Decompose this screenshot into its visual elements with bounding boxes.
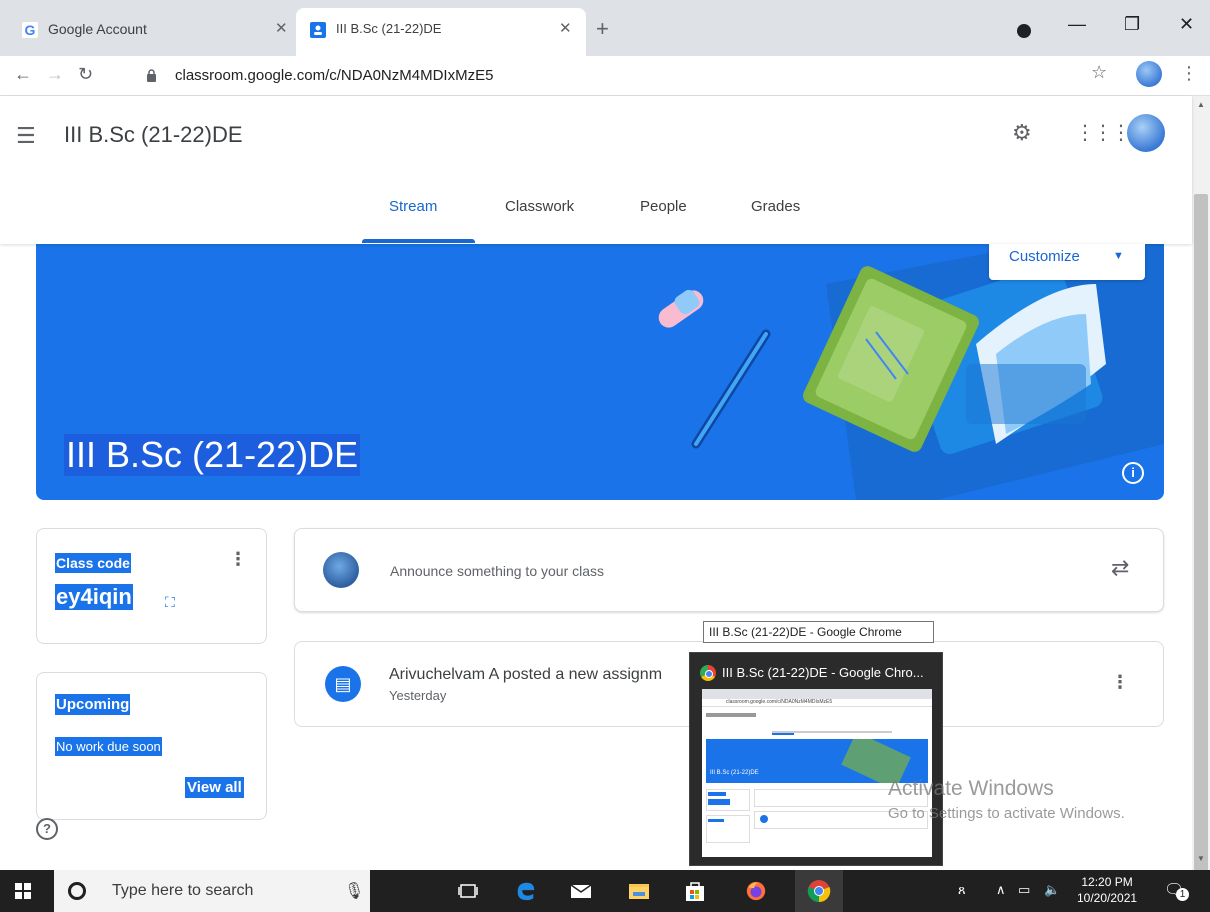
chrome-taskbar-button[interactable] <box>795 870 843 912</box>
watermark-line2: Go to Settings to activate Windows. <box>888 805 1125 822</box>
user-avatar <box>323 552 359 588</box>
reload-icon[interactable]: ↻ <box>78 64 93 85</box>
banner-title[interactable]: III B.Sc (21-22)DE <box>64 434 361 476</box>
new-tab-button[interactable]: + <box>596 16 609 42</box>
post-title[interactable]: Arivuchelvam A posted a new assignm <box>389 666 662 684</box>
activate-windows-watermark: Activate Windows Go to Settings to activ… <box>888 777 1125 822</box>
customize-button[interactable]: Customize ▼ <box>989 244 1145 280</box>
help-icon[interactable]: ? <box>36 818 58 840</box>
system-clock[interactable]: 12:20 PM 10/20/2021 <box>1077 874 1137 906</box>
taskbar-search[interactable]: Type here to search 🎙 <box>54 870 370 912</box>
tab-classwork[interactable]: Classwork <box>505 198 574 215</box>
chevron-up-icon[interactable]: ∧ <box>996 882 1006 898</box>
more-options-icon[interactable]: ⋮ <box>1111 672 1129 693</box>
close-tab-icon[interactable]: ✕ <box>559 19 572 37</box>
customize-label: Customize <box>1009 248 1080 265</box>
search-placeholder: Type here to search <box>112 882 254 899</box>
view-all-link[interactable]: View all <box>185 777 244 798</box>
thumbnail-title: III B.Sc (21-22)DE - Google Chro... <box>722 665 924 680</box>
browser-tab-strip: G Google Account ✕ III B.Sc (21-22)DE ✕ … <box>0 0 1210 56</box>
mail-icon[interactable] <box>570 880 592 902</box>
people-icon[interactable]: ጸ <box>958 882 966 898</box>
url-text: classroom.google.com/c/NDA0NzM4MDIxMzE5 <box>175 67 494 84</box>
hamburger-menu-icon[interactable]: ☰ <box>16 123 36 149</box>
store-icon[interactable] <box>684 880 706 902</box>
edge-icon[interactable] <box>513 880 537 902</box>
classroom-header: ☰ III B.Sc (21-22)DE ⚙ ⋮⋮⋮ Stream Classw… <box>0 96 1192 244</box>
class-code-label: Class code <box>55 553 131 573</box>
announce-card[interactable]: Announce something to your class ⇄ <box>294 528 1164 612</box>
upcoming-text: No work due soon <box>55 737 162 756</box>
watermark-line1: Activate Windows <box>888 777 1054 800</box>
tab-stream[interactable]: Stream <box>389 198 437 215</box>
repost-icon[interactable]: ⇄ <box>1111 555 1129 581</box>
class-banner: III B.Sc (21-22)DE i <box>36 244 1164 500</box>
thumbnail-screen: classroom.google.com/c/NDA0NzM4MDIxMzE5 … <box>702 689 932 857</box>
windows-taskbar: Type here to search 🎙 ጸ ∧ ▭ 🔈 12:20 PM 1… <box>0 870 1210 912</box>
thumbnail-banner-title: III B.Sc (21-22)DE <box>710 770 759 776</box>
account-avatar[interactable] <box>1127 114 1165 152</box>
clock-date: 10/20/2021 <box>1077 891 1138 905</box>
notification-count: 1 <box>1176 888 1189 901</box>
upcoming-title: Upcoming <box>55 694 131 715</box>
caret-down-icon: ▼ <box>1113 250 1124 262</box>
google-g-icon: G <box>22 22 38 38</box>
profile-avatar[interactable] <box>1136 61 1162 87</box>
active-tab-indicator <box>362 239 475 243</box>
info-icon[interactable]: i <box>1122 462 1144 484</box>
window-tooltip: III B.Sc (21-22)DE - Google Chrome <box>703 621 934 643</box>
lock-icon <box>147 69 156 82</box>
apps-grid-icon[interactable]: ⋮⋮⋮ <box>1075 120 1131 145</box>
scroll-down-icon[interactable]: ▼ <box>1197 854 1205 863</box>
scroll-thumb[interactable] <box>1194 194 1208 912</box>
tab-google-account[interactable]: G Google Account ✕ <box>8 8 296 56</box>
microphone-icon[interactable]: 🎙 <box>344 881 364 901</box>
gear-icon[interactable]: ⚙ <box>1012 120 1032 146</box>
volume-icon[interactable]: 🔈 <box>1044 882 1060 898</box>
thumbnail-url: classroom.google.com/c/NDA0NzM4MDIxMzE5 <box>726 699 833 705</box>
browser-toolbar: ← → ↻ classroom.google.com/c/NDA0NzM4MDI… <box>0 56 1210 96</box>
bookmark-star-icon[interactable]: ☆ <box>1091 62 1107 83</box>
windows-start-icon[interactable] <box>15 883 31 899</box>
class-code-card: Class code ⋮ ey4iqin ⛶ <box>36 528 267 644</box>
announce-input[interactable]: Announce something to your class <box>390 563 604 579</box>
tab-people[interactable]: People <box>640 198 687 215</box>
scroll-up-icon[interactable]: ▲ <box>1197 100 1205 109</box>
network-icon[interactable]: ▭ <box>1018 882 1030 898</box>
upcoming-card: Upcoming No work due soon View all <box>36 672 267 820</box>
tab-title: III B.Sc (21-22)DE <box>336 21 442 36</box>
chrome-menu-icon[interactable]: ⋮ <box>1180 63 1198 84</box>
tab-classroom[interactable]: III B.Sc (21-22)DE ✕ <box>296 8 586 56</box>
chrome-icon <box>700 665 716 681</box>
close-window-icon[interactable]: ✕ <box>1179 14 1194 35</box>
taskbar-thumbnail-preview[interactable]: III B.Sc (21-22)DE - Google Chro... clas… <box>689 652 943 866</box>
clock-time: 12:20 PM <box>1081 875 1133 889</box>
firefox-icon[interactable] <box>744 880 768 902</box>
back-arrow-icon[interactable]: ← <box>14 64 32 85</box>
class-code-value[interactable]: ey4iqin <box>55 584 133 610</box>
forward-arrow-icon[interactable]: → <box>46 64 64 85</box>
search-icon <box>68 882 86 900</box>
chrome-icon <box>807 880 831 903</box>
page-title[interactable]: III B.Sc (21-22)DE <box>64 122 243 148</box>
page-scrollbar[interactable]: ▲ ▼ <box>1192 96 1210 912</box>
file-explorer-icon[interactable] <box>628 880 650 902</box>
tab-grades[interactable]: Grades <box>751 198 800 215</box>
close-tab-icon[interactable]: ✕ <box>275 19 288 37</box>
fullscreen-icon[interactable]: ⛶ <box>165 594 175 611</box>
tab-title: Google Account <box>48 21 147 37</box>
browser-profile-icon[interactable] <box>1017 24 1031 38</box>
restore-icon[interactable]: ❐ <box>1124 14 1140 35</box>
more-options-icon[interactable]: ⋮ <box>229 549 247 570</box>
post-time: Yesterday <box>389 688 447 703</box>
minimize-icon[interactable]: — <box>1068 14 1086 35</box>
task-view-icon[interactable] <box>458 880 478 902</box>
assignment-icon: ▤ <box>325 666 361 702</box>
notification-center-icon[interactable]: 🗨 1 <box>1164 880 1189 902</box>
address-bar[interactable]: classroom.google.com/c/NDA0NzM4MDIxMzE5 <box>140 61 1145 91</box>
classroom-icon <box>310 22 326 38</box>
